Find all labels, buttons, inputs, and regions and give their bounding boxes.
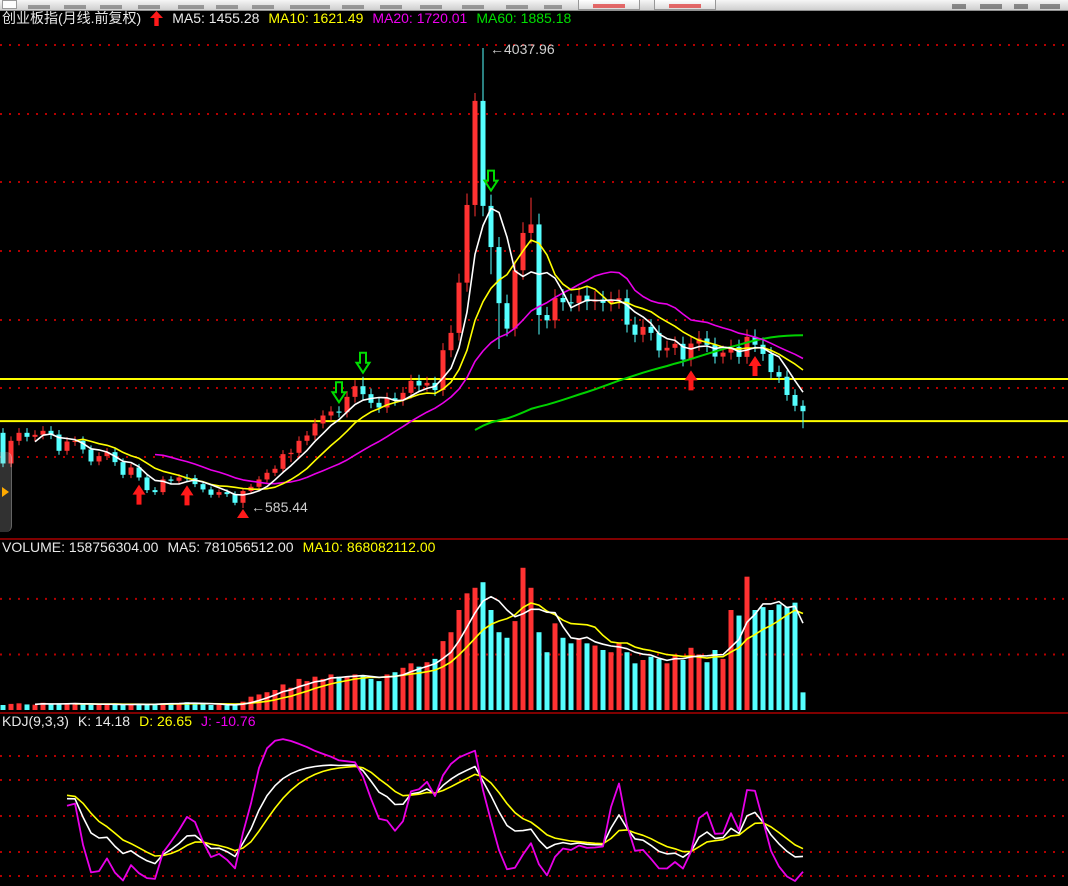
high-price-annotation: ←4037.96 xyxy=(490,41,555,57)
expand-arrow-icon xyxy=(2,487,9,497)
price-panel-header: 创业板指(月线.前复权) MA5: 1455.28 MA10: 1621.49 … xyxy=(2,11,571,26)
low-price-annotation: ←585.44 xyxy=(251,499,308,515)
kdj-panel-header: KDJ(9,3,3) K: 14.18 D: 26.65 J: -10.76 xyxy=(2,714,256,729)
up-arrow-icon xyxy=(150,11,163,26)
ma5-value: MA5: 1455.28 xyxy=(172,11,259,26)
chart-canvas[interactable] xyxy=(0,0,1068,886)
volume-ma10-value: MA10: 868082112.00 xyxy=(303,540,436,555)
volume-value: VOLUME: 158756304.00 xyxy=(2,540,158,555)
trading-app-window: 创业板指(月线.前复权) MA5: 1455.28 MA10: 1621.49 … xyxy=(0,0,1068,886)
volume-ma5-value: MA5: 781056512.00 xyxy=(167,540,293,555)
kdj-title: KDJ(9,3,3) xyxy=(2,714,69,729)
kdj-k-value: K: 14.18 xyxy=(78,714,130,729)
ma10-value: MA10: 1621.49 xyxy=(268,11,363,26)
kdj-j-value: J: -10.76 xyxy=(201,714,255,729)
volume-panel-header: VOLUME: 158756304.00 MA5: 781056512.00 M… xyxy=(2,540,435,555)
kdj-d-value: D: 26.65 xyxy=(139,714,192,729)
ma20-value: MA20: 1720.01 xyxy=(372,11,467,26)
ma60-value: MA60: 1885.18 xyxy=(476,11,571,26)
sidebar-expand-tab[interactable] xyxy=(0,452,12,532)
symbol-title: 创业板指(月线.前复权) xyxy=(2,11,141,26)
